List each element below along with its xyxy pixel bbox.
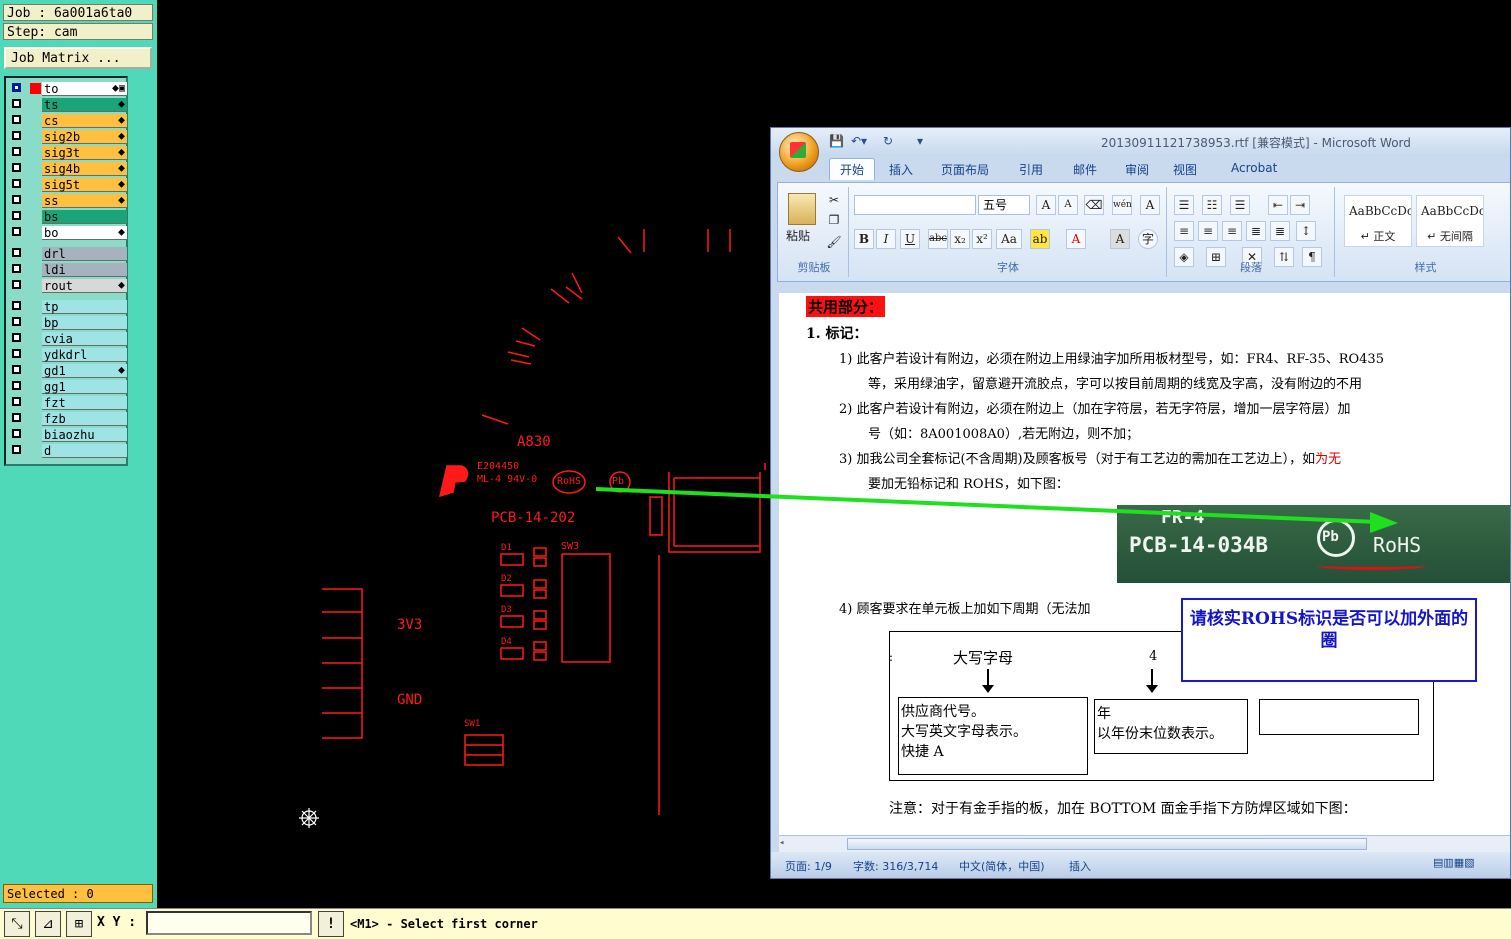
cam-bottom-bar: ⤡ ⊿ ⊞ X Y : ! <M1> - Select first corner [0, 908, 1511, 939]
alert-icon[interactable]: ! [318, 911, 344, 937]
grid-snap-icon[interactable]: ⊞ [66, 911, 92, 937]
zoom-window-icon[interactable]: ⤡ [4, 911, 30, 937]
coordinate-input[interactable] [146, 911, 312, 935]
xy-label: X Y : [97, 915, 137, 930]
annotation-arrow [595, 487, 1398, 533]
measure-icon[interactable]: ⊿ [35, 911, 61, 937]
command-prompt: <M1> - Select first corner [350, 917, 538, 931]
